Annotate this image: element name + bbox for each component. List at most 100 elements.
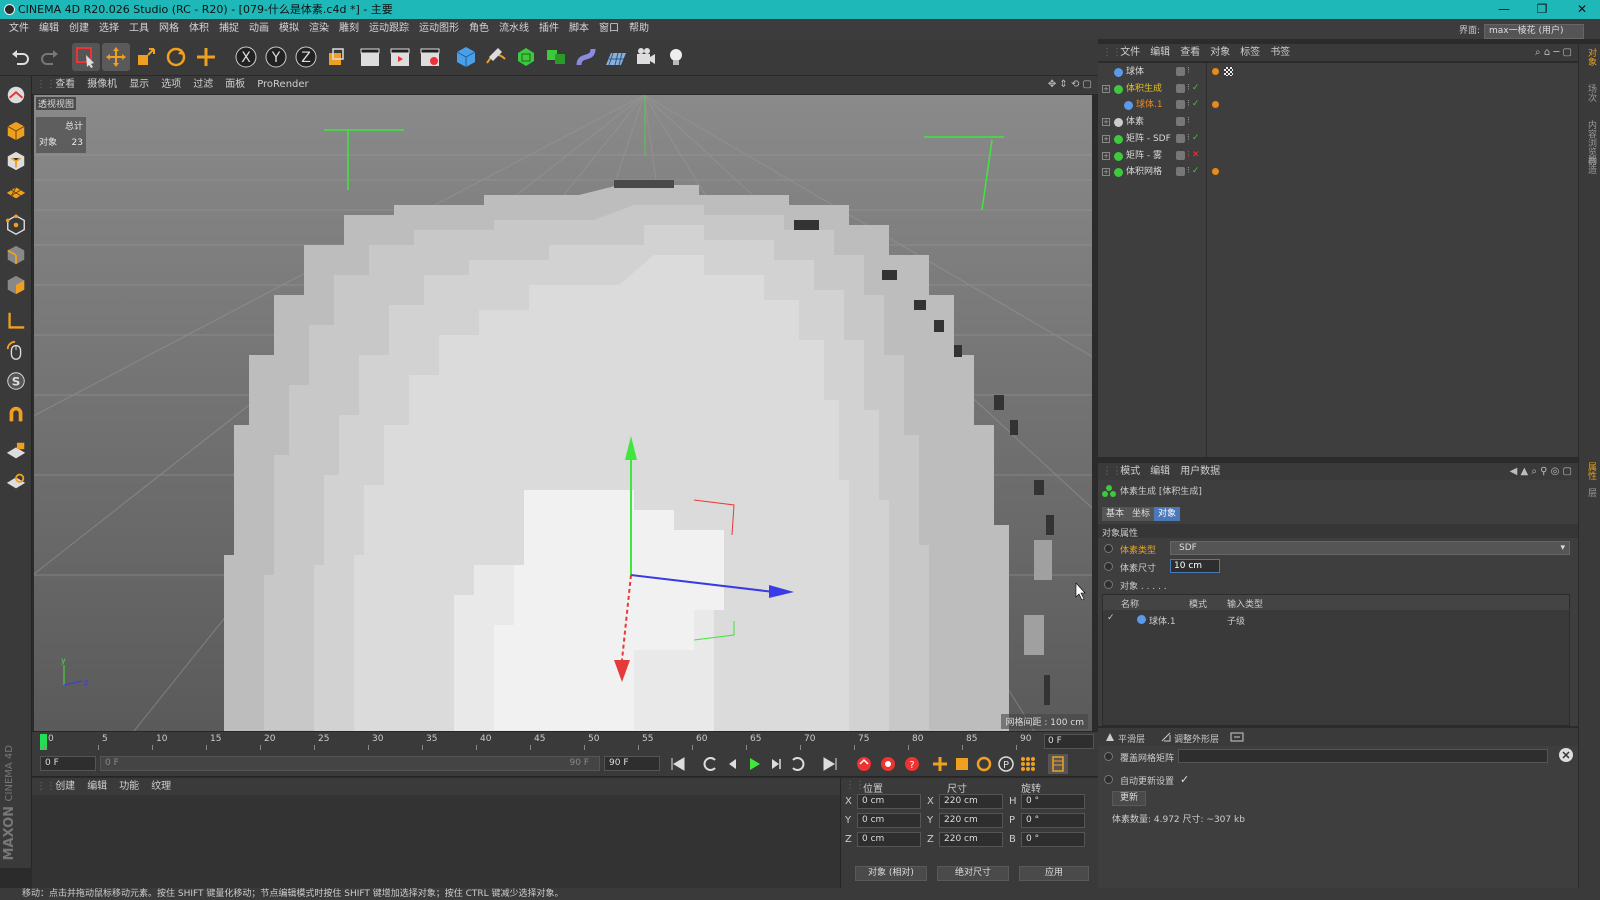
floor-button[interactable] (602, 43, 630, 71)
attribute-menu-item-1[interactable]: 编辑 (1145, 463, 1175, 481)
viewport-menu-item-1[interactable]: 摄像机 (81, 76, 123, 94)
size-field[interactable]: 220 cm (939, 794, 1003, 809)
material-menu-item-0[interactable]: 创建 (49, 778, 81, 795)
object-row[interactable]: + 体积生成 ⁝ ✓ (1098, 81, 1578, 97)
object-visibility-toggles[interactable]: ⁝ ✓ (1176, 100, 1200, 110)
record-keys-button[interactable] (854, 754, 874, 774)
object-menu-item-2[interactable]: 查看 (1175, 44, 1205, 62)
previous-key-button[interactable] (700, 754, 720, 774)
voxel-size-radio[interactable] (1104, 562, 1113, 571)
position-field[interactable]: 0 cm (857, 832, 921, 847)
light-button[interactable] (662, 43, 690, 71)
z-axis-button[interactable]: Z (292, 43, 320, 71)
right-tab-3[interactable]: 构造 (1582, 156, 1598, 174)
expand-toggle-icon[interactable]: + (1102, 84, 1110, 93)
expand-toggle-icon[interactable]: + (1102, 134, 1110, 143)
menu-item-15[interactable]: 流水线 (494, 19, 534, 39)
layer-color-icon[interactable] (1176, 67, 1185, 76)
render-to-picture-viewer-button[interactable] (386, 43, 414, 71)
deformer-button[interactable] (572, 43, 600, 71)
attribute-tab-1[interactable]: 坐标 (1128, 507, 1155, 521)
minimize-button[interactable]: — (1488, 0, 1520, 19)
coordinate-mode-dropdown[interactable]: 对象 (相对) (855, 866, 927, 881)
right-tab2-1[interactable]: 层 (1582, 488, 1598, 497)
right-tab-1[interactable]: 场次 (1582, 84, 1598, 102)
input-objects-list[interactable]: 名称 模式 输入类型 ✓ 球体.1 子级 (1102, 594, 1570, 726)
attribute-tab-0[interactable]: 基本 (1102, 507, 1129, 521)
menu-item-18[interactable]: 窗口 (594, 19, 624, 39)
key-point-level-button[interactable] (1018, 754, 1038, 774)
x-axis-button[interactable]: X (232, 43, 260, 71)
voxel-size-field[interactable]: 10 cm (1170, 559, 1220, 573)
menu-item-12[interactable]: 运动跟踪 (364, 19, 414, 39)
make-editable-button[interactable] (3, 82, 29, 108)
object-menu-item-3[interactable]: 对象 (1205, 44, 1235, 62)
object-visibility-toggles[interactable]: ⁝ ✓ (1176, 133, 1199, 143)
object-menu-item-1[interactable]: 编辑 (1145, 44, 1175, 62)
enable-check-icon[interactable]: ✓ (1192, 83, 1200, 93)
visibility-dots-icon[interactable]: ⁝ (1187, 133, 1190, 143)
key-scale-button[interactable] (952, 754, 972, 774)
update-button[interactable]: 更新 (1112, 791, 1146, 806)
menu-item-6[interactable]: 体积 (184, 19, 214, 39)
viewport-menu-item-4[interactable]: 过滤 (187, 76, 219, 94)
menu-item-14[interactable]: 角色 (464, 19, 494, 39)
viewport-menu-item-2[interactable]: 显示 (123, 76, 155, 94)
clear-link-icon[interactable] (1558, 747, 1574, 763)
end-frame-field[interactable]: 90 F (604, 756, 660, 771)
material-tag-icon[interactable] (1212, 68, 1219, 75)
rotation-field[interactable]: 0 ° (1021, 813, 1085, 828)
perspective-viewport[interactable]: y z 透视视图 总计 对象 23 网格间距 : 100 cm (34, 95, 1092, 731)
layer-color-icon[interactable] (1176, 133, 1185, 143)
workplane-mode-button[interactable] (3, 178, 29, 204)
object-menu-item-5[interactable]: 书签 (1265, 44, 1295, 62)
snap-button[interactable]: S (3, 368, 29, 394)
y-axis-button[interactable]: Y (262, 43, 290, 71)
visibility-dots-icon[interactable]: ⁝ (1187, 167, 1190, 176)
magnet-button[interactable] (3, 402, 29, 428)
voxel-type-dropdown[interactable]: SDF ▾ (1170, 541, 1570, 555)
expand-toggle-icon[interactable]: + (1102, 118, 1110, 127)
menu-item-10[interactable]: 渲染 (304, 19, 334, 39)
layer-color-icon[interactable] (1176, 83, 1185, 93)
size-field[interactable]: 220 cm (939, 832, 1003, 847)
smooth-layer-button[interactable]: 平滑层 (1118, 732, 1145, 745)
key-selection-button[interactable]: ? (902, 754, 922, 774)
object-row[interactable]: 球体.1 ⁝ ✓ (1098, 97, 1578, 113)
size-field[interactable]: 220 cm (939, 813, 1003, 828)
visibility-dots-icon[interactable]: ⁝ (1187, 100, 1190, 109)
planar-workplane-button[interactable] (3, 468, 29, 494)
live-selection-button[interactable] (72, 43, 100, 71)
object-visibility-toggles[interactable]: ⁝ ✓ (1176, 83, 1200, 93)
menu-item-1[interactable]: 编辑 (34, 19, 64, 39)
auto-update-radio[interactable] (1104, 775, 1113, 784)
menu-item-11[interactable]: 雕刻 (334, 19, 364, 39)
menu-item-0[interactable]: 文件 (4, 19, 34, 39)
rotation-field[interactable]: 0 ° (1021, 794, 1085, 809)
object-visibility-toggles[interactable]: ⁝ ✕ (1176, 150, 1199, 160)
right-tab-0[interactable]: 对象 (1582, 48, 1598, 66)
undo-button[interactable] (6, 43, 34, 71)
object-manager-tools[interactable]: ⌕ ⌂ ─ ▢ (1535, 44, 1572, 62)
object-row[interactable]: 球体 ⁝ (1098, 64, 1578, 80)
object-visibility-toggles[interactable]: ⁝ ✓ (1176, 167, 1199, 177)
enable-check-icon[interactable]: ✓ (1192, 100, 1200, 109)
checker-tag-icon[interactable] (1224, 67, 1233, 76)
material-manager-area[interactable] (32, 795, 840, 888)
model-mode-button[interactable] (3, 118, 29, 144)
menu-item-5[interactable]: 网格 (154, 19, 184, 39)
viewport-nav-icons[interactable]: ✥ ⇕ ⟲ ▢ (1048, 76, 1092, 94)
material-tag-icon[interactable] (1212, 168, 1219, 176)
material-menu-item-3[interactable]: 纹理 (145, 778, 177, 795)
attribute-menu-item-0[interactable]: 模式 (1115, 463, 1145, 481)
timeline-button[interactable] (1048, 754, 1068, 774)
menu-item-3[interactable]: 选择 (94, 19, 124, 39)
close-button[interactable]: ✕ (1566, 0, 1598, 19)
layer-color-icon[interactable] (1176, 167, 1185, 177)
scale-tool-button[interactable] (132, 43, 160, 71)
auto-keying-button[interactable] (878, 754, 898, 774)
subdivision-button[interactable] (512, 43, 540, 71)
position-field[interactable]: 0 cm (857, 813, 921, 828)
override-grid-field[interactable] (1178, 749, 1548, 763)
current-frame-field[interactable]: 0 F (1044, 734, 1094, 749)
